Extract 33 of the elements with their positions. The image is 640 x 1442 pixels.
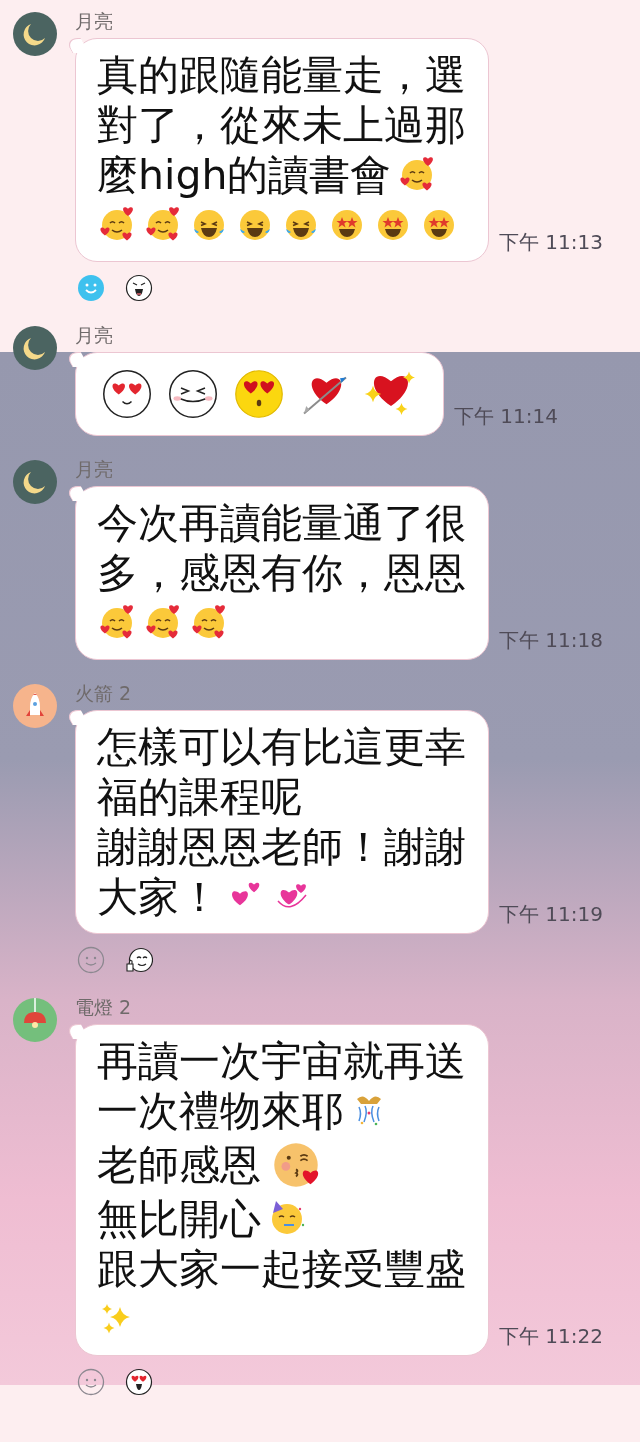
sender-name: 月亮	[75, 323, 113, 348]
sender-name: 月亮	[75, 9, 113, 34]
sender-name: 火箭 2	[75, 681, 132, 706]
message-text: 跟大家一起接受豐盛	[97, 1244, 466, 1294]
avatar-icon[interactable]	[13, 684, 57, 728]
message-text: 老師感恩	[97, 1140, 261, 1190]
message-text: 大家！	[97, 872, 220, 922]
sender-name: 電燈 2	[75, 995, 132, 1020]
message-time: 下午 11:19	[499, 901, 603, 928]
message-text: 謝謝恩恩老師！謝謝	[97, 822, 466, 872]
avatar-icon[interactable]	[13, 998, 57, 1042]
avatar-icon[interactable]	[13, 460, 57, 504]
message-text: 再讀一次宇宙就再送	[97, 1036, 466, 1086]
message-text: 真的跟隨能量走，選	[97, 50, 466, 100]
message-time: 下午 11:18	[499, 627, 603, 654]
message-text: 麼high的讀書會	[97, 150, 392, 200]
avatar-icon[interactable]	[13, 12, 57, 56]
thumbs-up-face-icon[interactable]	[125, 946, 153, 974]
message-text: 怎樣可以有比這更幸	[97, 722, 466, 772]
message-time: 下午 11:22	[499, 1323, 603, 1350]
message-text: 對了，從來未上過那	[97, 100, 466, 150]
avatar-icon[interactable]	[13, 326, 57, 370]
laughing-face-icon[interactable]	[125, 274, 153, 302]
sender-name: 月亮	[75, 457, 113, 482]
message-text: 多，感恩有你，恩恩	[97, 548, 466, 598]
message-text: 今次再讀能量通了很	[97, 498, 466, 548]
message-text: 福的課程呢	[97, 772, 302, 822]
message-time: 下午 11:13	[499, 229, 603, 256]
heart-eyes-face-icon[interactable]	[125, 1368, 153, 1396]
message-text: 一次禮物來耶	[97, 1086, 343, 1136]
message-time: 下午 11:14	[454, 403, 558, 430]
smiley-icon[interactable]	[77, 1368, 105, 1396]
message-text: 無比開心	[97, 1194, 261, 1244]
